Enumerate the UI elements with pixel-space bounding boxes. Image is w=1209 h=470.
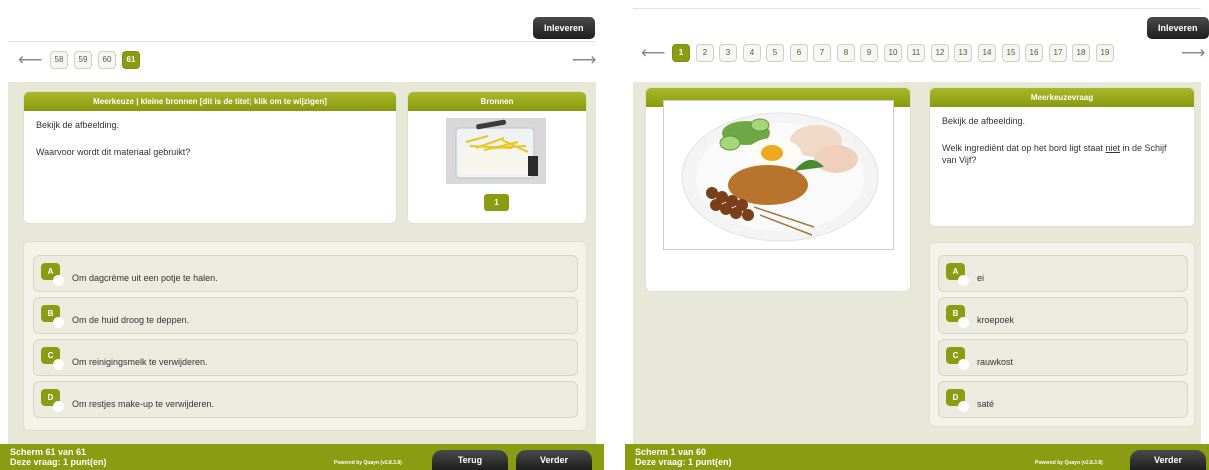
question-area: Meerkeuzevraag Bekijk de afbeelding. Wel… — [633, 82, 1201, 444]
page-button-2[interactable]: 2 — [696, 44, 714, 62]
powered-by: Powered by Quayn (v2.8.3.8) — [1035, 460, 1103, 466]
divider — [633, 8, 1201, 9]
radio-button[interactable] — [958, 401, 969, 412]
food-image[interactable] — [663, 100, 894, 250]
question-area: Meerkeuze | kleine bronnen [dit is de ti… — [8, 82, 596, 444]
page-button-11[interactable]: 11 — [907, 44, 925, 62]
arrow-right-icon[interactable]: ⟶ — [572, 51, 596, 69]
option-text: rauwkost — [977, 357, 1014, 367]
arrow-left-icon[interactable]: ⟵ — [641, 44, 665, 62]
page-button-16[interactable]: 16 — [1025, 44, 1043, 62]
question-card: Meerkeuzevraag Bekijk de afbeelding. Wel… — [929, 87, 1195, 227]
options-card: A Om dagcrème uit een potje te halen. B … — [23, 241, 587, 431]
option-b[interactable]: B kroepoek — [938, 297, 1188, 334]
page-button-10[interactable]: 10 — [884, 44, 902, 62]
option-a[interactable]: A ei — [938, 255, 1188, 292]
page-button-9[interactable]: 9 — [860, 44, 878, 62]
question-points: Deze vraag: 1 punt(en) — [635, 457, 732, 467]
question-text: Bekijk de afbeelding. Waarvoor wordt dit… — [24, 111, 396, 181]
option-text: ei — [977, 273, 985, 283]
radio-button[interactable] — [53, 317, 64, 328]
page-button-4[interactable]: 4 — [743, 44, 761, 62]
option-text: saté — [977, 399, 995, 409]
divider — [8, 41, 596, 42]
option-c[interactable]: C rauwkost — [938, 339, 1188, 376]
page-button-7[interactable]: 7 — [813, 44, 831, 62]
option-a[interactable]: A Om dagcrème uit een potje te halen. — [33, 255, 578, 292]
option-text: Om dagcrème uit een potje te halen. — [72, 273, 218, 283]
radio-button[interactable] — [53, 401, 64, 412]
page-button-60[interactable]: 60 — [98, 51, 116, 69]
sources-card: Bronnen 1 — [407, 91, 587, 224]
question-prompt: Waarvoor wordt dit materiaal gebruikt? — [36, 147, 191, 158]
image-card — [645, 87, 911, 292]
source-button-1[interactable]: 1 — [484, 194, 509, 211]
option-text: kroepoek — [977, 315, 1015, 325]
source-image[interactable] — [446, 118, 546, 184]
arrow-left-icon[interactable]: ⟵ — [18, 51, 42, 69]
page-button-61[interactable]: 61 — [122, 51, 140, 69]
next-button[interactable]: Verder — [516, 450, 592, 470]
back-button[interactable]: Terug — [432, 450, 508, 470]
page-button-1[interactable]: 1 — [672, 44, 690, 62]
question-card: Meerkeuze | kleine bronnen [dit is de ti… — [23, 91, 397, 224]
page-button-5[interactable]: 5 — [766, 44, 784, 62]
left-screen: Inleveren ⟵ 58 59 60 61 ⟶ Meerkeuze | kl… — [0, 0, 604, 470]
option-text: Om de huid droog te deppen. — [72, 315, 190, 325]
page-button-6[interactable]: 6 — [790, 44, 808, 62]
footer-bar: Scherm 1 van 60 Deze vraag: 1 punt(en) P… — [625, 444, 1209, 470]
question-title: Meerkeuzevraag — [930, 88, 1194, 107]
next-button[interactable]: Verder — [1130, 450, 1206, 470]
sources-title: Bronnen — [408, 92, 586, 111]
question-title[interactable]: Meerkeuze | kleine bronnen [dit is de ti… — [24, 92, 396, 111]
radio-button[interactable] — [958, 317, 969, 328]
option-c[interactable]: C Om reinigingsmelk te verwijderen. — [33, 339, 578, 376]
option-text: Om restjes make-up te verwijderen. — [72, 399, 215, 409]
radio-button[interactable] — [958, 359, 969, 370]
page-navigation: ⟵ 58 59 60 61 ⟶ — [0, 51, 604, 71]
radio-button[interactable] — [53, 275, 64, 286]
page-button-59[interactable]: 59 — [74, 51, 92, 69]
page-button-58[interactable]: 58 — [50, 51, 68, 69]
right-screen: Inleveren ⟵ 1 2 3 4 5 6 7 8 9 10 11 12 1… — [625, 0, 1209, 470]
options-card: A ei B kroepoek C rauwkost D saté — [929, 242, 1195, 427]
question-instruction: Bekijk de afbeelding. — [36, 120, 120, 130]
page-button-19[interactable]: 19 — [1096, 44, 1114, 62]
option-d[interactable]: D Om restjes make-up te verwijderen. — [33, 381, 578, 418]
page-button-15[interactable]: 15 — [1002, 44, 1020, 62]
page-button-3[interactable]: 3 — [719, 44, 737, 62]
submit-button[interactable]: Inleveren — [533, 17, 595, 39]
powered-by: Powered by Quayn (v2.8.3.8) — [334, 460, 402, 466]
question-text: Bekijk de afbeelding. Welk ingrediënt da… — [930, 107, 1194, 189]
radio-button[interactable] — [53, 359, 64, 370]
page-navigation: ⟵ 1 2 3 4 5 6 7 8 9 10 11 12 13 14 15 16… — [625, 44, 1209, 64]
question-prompt: Welk ingrediënt dat op het bord ligt sta… — [942, 143, 1167, 166]
page-button-13[interactable]: 13 — [954, 44, 972, 62]
arrow-right-icon[interactable]: ⟶ — [1181, 44, 1205, 62]
submit-button[interactable]: Inleveren — [1147, 17, 1209, 39]
question-instruction: Bekijk de afbeelding. — [942, 116, 1026, 126]
option-b[interactable]: B Om de huid droog te deppen. — [33, 297, 578, 334]
page-button-17[interactable]: 17 — [1049, 44, 1067, 62]
page-button-12[interactable]: 12 — [931, 44, 949, 62]
radio-button[interactable] — [958, 275, 969, 286]
page-button-8[interactable]: 8 — [837, 44, 855, 62]
option-d[interactable]: D saté — [938, 381, 1188, 418]
footer-bar: Scherm 61 van 61 Deze vraag: 1 punt(en) … — [0, 444, 604, 470]
question-points: Deze vraag: 1 punt(en) — [10, 457, 107, 467]
page-button-18[interactable]: 18 — [1072, 44, 1090, 62]
option-text: Om reinigingsmelk te verwijderen. — [72, 357, 208, 367]
screen-counter: Scherm 1 van 60 — [635, 447, 707, 457]
screen-counter: Scherm 61 van 61 — [10, 447, 87, 457]
page-button-14[interactable]: 14 — [978, 44, 996, 62]
